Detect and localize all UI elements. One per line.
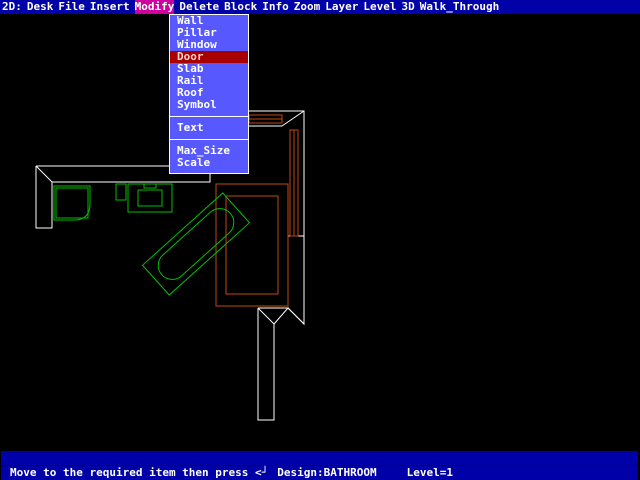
menu-block[interactable]: Block bbox=[224, 0, 257, 14]
bath-inner bbox=[225, 195, 279, 295]
angled-bathtub bbox=[141, 192, 251, 296]
menu-layer[interactable]: Layer bbox=[325, 0, 358, 14]
menu-bar: 2D: Desk File Insert Modify Delete Block Info Zo… bbox=[0, 0, 640, 14]
shower-tray bbox=[53, 185, 91, 221]
menu-item-symbol[interactable]: Symbol bbox=[170, 99, 248, 111]
wall-bottom bbox=[257, 307, 290, 421]
menu-3d[interactable]: 3D bbox=[402, 0, 415, 14]
status-bar: Move to the required item then press <┘ D… bbox=[1, 466, 638, 480]
menu-delete[interactable]: Delete bbox=[179, 0, 219, 14]
drawing-canvas[interactable] bbox=[0, 14, 640, 450]
wall-left bbox=[35, 165, 211, 229]
menu-info[interactable]: Info bbox=[262, 0, 289, 14]
menu-separator bbox=[170, 139, 248, 140]
bathtub bbox=[215, 183, 289, 307]
status-message: Move to the required item then press <┘ bbox=[10, 466, 269, 479]
shower-frame bbox=[55, 187, 89, 219]
wall-left-corner bbox=[35, 165, 53, 183]
command-line bbox=[1, 451, 638, 465]
menu-file[interactable]: File bbox=[58, 0, 85, 14]
menu-walk-through[interactable]: Walk_Through bbox=[420, 0, 499, 14]
fixtures bbox=[53, 183, 251, 296]
status-area: Move to the required item then press <┘ D… bbox=[0, 450, 640, 480]
design-name: Design:BATHROOM bbox=[277, 466, 377, 479]
menu-item-text[interactable]: Text bbox=[170, 122, 248, 134]
vanity-block bbox=[115, 183, 127, 201]
sink-bowl bbox=[137, 189, 163, 207]
menu-zoom[interactable]: Zoom bbox=[294, 0, 321, 14]
level-indicator: Level=1 bbox=[406, 466, 453, 479]
menu-level[interactable]: Level bbox=[363, 0, 396, 14]
bath-outer bbox=[215, 183, 289, 307]
menu-insert[interactable]: Insert bbox=[90, 0, 130, 14]
menu-item-scale[interactable]: Scale bbox=[170, 157, 248, 169]
sink-top bbox=[143, 183, 157, 189]
wall-corner-diag bbox=[281, 110, 305, 127]
modify-dropdown: Wall Pillar Window Door Slab Rail Roof S… bbox=[169, 14, 249, 174]
mode-label: 2D: bbox=[2, 0, 22, 13]
wall-right-diag bbox=[287, 307, 305, 325]
menu-modify[interactable]: Modify bbox=[134, 0, 175, 14]
menu-desk[interactable]: Desk bbox=[27, 0, 54, 14]
menu-separator bbox=[170, 116, 248, 117]
wall-bottom-diag bbox=[257, 307, 275, 325]
window-symbols bbox=[248, 114, 299, 237]
